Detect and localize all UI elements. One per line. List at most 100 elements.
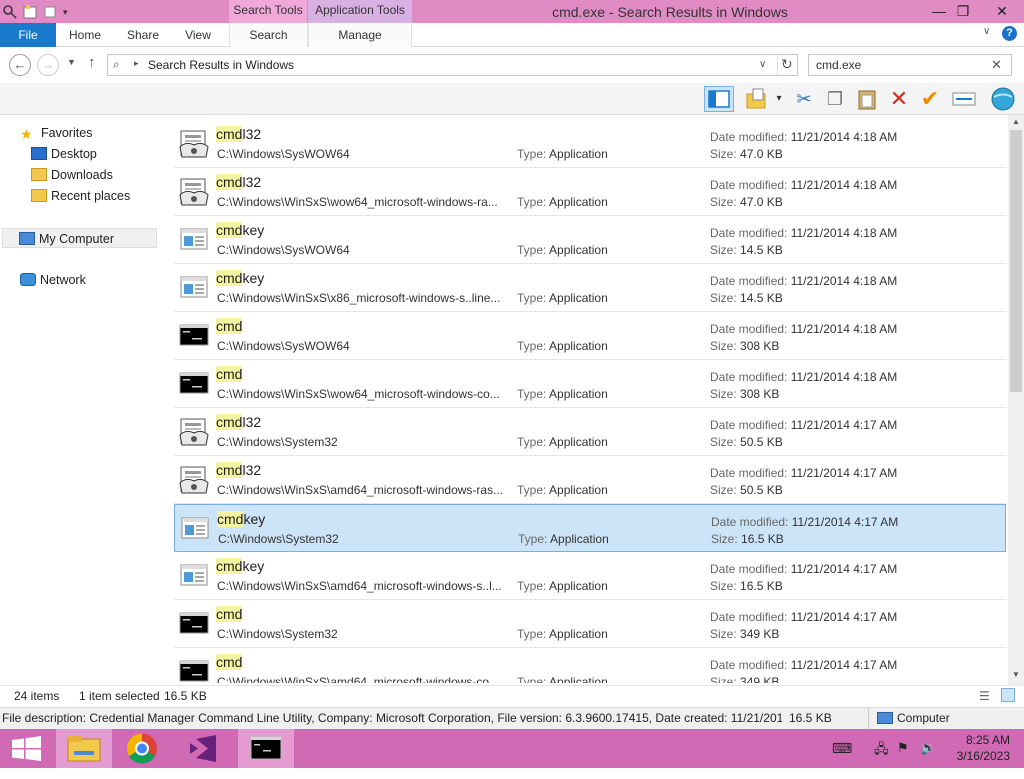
- tab-view[interactable]: View: [175, 23, 221, 47]
- preview-pane-button[interactable]: [704, 86, 734, 112]
- delete-icon[interactable]: ✕: [886, 86, 912, 112]
- nav-recent-places[interactable]: Recent places: [31, 186, 130, 206]
- globe-icon[interactable]: [990, 86, 1016, 112]
- result-type: Type: Application: [517, 435, 608, 449]
- result-type: Type: Application: [517, 675, 608, 683]
- ribbon-tabs: File Home Share View Search Manage ∨ ?: [0, 23, 1024, 47]
- result-row[interactable]: cmdkey C:\Windows\SysWOW64 Type: Applica…: [174, 216, 1006, 264]
- result-date-value: 11/21/2014 4:17 AM: [791, 515, 899, 529]
- result-size-label: Size:: [710, 435, 737, 449]
- tab-search[interactable]: Search: [229, 23, 308, 47]
- clear-search-icon[interactable]: ✕: [991, 57, 1002, 73]
- command-prompt-taskbar-button[interactable]: [238, 729, 294, 768]
- up-arrow-icon[interactable]: ↑: [88, 54, 96, 71]
- refresh-icon[interactable]: ↻: [781, 56, 793, 73]
- keyboard-icon[interactable]: ⌨: [832, 740, 852, 779]
- result-row[interactable]: cmd C:\Windows\WinSxS\amd64_microsoft-wi…: [174, 648, 1006, 683]
- result-name-highlight: cmd: [216, 414, 243, 430]
- result-row[interactable]: cmd C:\Windows\WinSxS\wow64_microsoft-wi…: [174, 360, 1006, 408]
- context-tab-application-tools: Application Tools: [308, 0, 412, 23]
- scrollbar-thumb[interactable]: [1010, 130, 1022, 392]
- result-row[interactable]: cmdkey C:\Windows\WinSxS\amd64_microsoft…: [174, 552, 1006, 600]
- address-bar[interactable]: ⌕ ▸ Search Results in Windows ∨ ↻: [107, 54, 798, 76]
- console-icon: [178, 655, 210, 683]
- tab-file[interactable]: File: [0, 23, 56, 47]
- taskbar: ⌨ 🖧 ⚑ 🔉 8:25 AM 3/16/2023: [0, 729, 1024, 768]
- nav-downloads[interactable]: Downloads: [31, 165, 113, 185]
- item-count: 24 items: [14, 689, 60, 703]
- clock[interactable]: 8:25 AM 3/16/2023: [940, 732, 1010, 771]
- tab-home[interactable]: Home: [60, 23, 110, 47]
- nav-network[interactable]: Network: [20, 270, 86, 290]
- result-size: Size: 50.5 KB: [710, 483, 783, 497]
- result-type: Type: Application: [517, 339, 608, 353]
- result-row[interactable]: cmdkey C:\Windows\System32 Type: Applica…: [174, 504, 1006, 552]
- result-row[interactable]: cmdl32 C:\Windows\SysWOW64 Type: Applica…: [174, 120, 1006, 168]
- chevron-down-icon[interactable]: ▾: [772, 86, 786, 112]
- restore-button[interactable]: ❐: [946, 0, 980, 23]
- action-center-icon[interactable]: ⚑: [897, 740, 909, 779]
- result-type-value: Application: [549, 627, 608, 641]
- result-size-value: 47.0 KB: [740, 147, 783, 161]
- properties-folder-icon[interactable]: [744, 86, 770, 112]
- help-icon[interactable]: ?: [1002, 26, 1017, 41]
- result-date-value: 11/21/2014 4:18 AM: [790, 178, 898, 192]
- paste-icon[interactable]: [854, 86, 880, 112]
- nav-desktop[interactable]: Desktop: [31, 144, 97, 164]
- properties-icon[interactable]: [3, 4, 17, 19]
- cut-icon[interactable]: ✂: [791, 86, 817, 112]
- volume-icon[interactable]: 🔉: [920, 740, 936, 779]
- command-toolbar: ▾ ✂ ❐ ✕ ✔: [0, 83, 1024, 115]
- scroll-down-icon[interactable]: ▼: [1012, 670, 1020, 679]
- result-row[interactable]: cmd C:\Windows\SysWOW64 Type: Applicatio…: [174, 312, 1006, 360]
- details-view-icon[interactable]: ☰: [979, 689, 990, 703]
- close-button[interactable]: ✕: [980, 0, 1024, 23]
- visual-studio-taskbar-button[interactable]: [176, 729, 232, 768]
- result-name: cmdl32: [216, 414, 261, 430]
- breadcrumb-chevron-icon[interactable]: ▸: [134, 58, 139, 69]
- tab-share[interactable]: Share: [118, 23, 168, 47]
- search-box[interactable]: cmd.exe ✕: [808, 54, 1012, 76]
- console-icon: [178, 319, 210, 351]
- chrome-taskbar-button[interactable]: [114, 729, 170, 768]
- result-date: Date modified: 11/21/2014 4:18 AM: [710, 322, 897, 336]
- result-name: cmdl32: [216, 126, 261, 142]
- recent-places-icon: [31, 189, 47, 202]
- nav-favorites[interactable]: ★ Favorites: [20, 123, 92, 143]
- network-tray-icon[interactable]: 🖧: [874, 740, 889, 779]
- result-row[interactable]: cmdl32 C:\Windows\System32 Type: Applica…: [174, 408, 1006, 456]
- result-name-rest: l32: [242, 174, 262, 190]
- window-icon: [179, 512, 211, 544]
- result-type-value: Application: [549, 195, 608, 209]
- ribbon-expand-icon[interactable]: ∨: [983, 26, 990, 37]
- result-row[interactable]: cmd C:\Windows\System32 Type: Applicatio…: [174, 600, 1006, 648]
- result-date-label: Date modified:: [710, 130, 788, 144]
- new-folder-icon[interactable]: [23, 4, 37, 19]
- details-location: Computer: [897, 711, 950, 725]
- result-row[interactable]: cmdkey C:\Windows\WinSxS\x86_microsoft-w…: [174, 264, 1006, 312]
- checkmark-icon[interactable]: ✔: [917, 86, 943, 112]
- nav-my-computer[interactable]: My Computer: [2, 228, 157, 248]
- search-input[interactable]: cmd.exe: [816, 58, 861, 72]
- result-type: Type: Application: [518, 532, 609, 546]
- tab-manage[interactable]: Manage: [308, 23, 412, 47]
- result-type: Type: Application: [517, 195, 608, 209]
- scroll-up-icon[interactable]: ▲: [1012, 117, 1020, 126]
- recent-locations-icon[interactable]: ▼: [67, 57, 76, 67]
- result-date: Date modified: 11/21/2014 4:18 AM: [710, 130, 897, 144]
- undo-icon[interactable]: [43, 5, 57, 19]
- rename-icon[interactable]: [951, 86, 977, 112]
- result-row[interactable]: cmdl32 C:\Windows\WinSxS\amd64_microsoft…: [174, 456, 1006, 504]
- address-dropdown-icon[interactable]: ∨: [759, 59, 766, 70]
- copy-icon[interactable]: ❐: [822, 86, 848, 112]
- back-button[interactable]: ←: [9, 54, 31, 76]
- result-path: C:\Windows\SysWOW64: [217, 147, 350, 161]
- result-size-value: 14.5 KB: [740, 291, 783, 305]
- breadcrumb[interactable]: Search Results in Windows: [148, 58, 294, 72]
- chevron-down-icon[interactable]: ▾: [63, 5, 71, 19]
- large-icons-view-icon[interactable]: [1001, 688, 1015, 702]
- result-row[interactable]: cmdl32 C:\Windows\WinSxS\wow64_microsoft…: [174, 168, 1006, 216]
- start-button[interactable]: [0, 729, 56, 768]
- file-explorer-taskbar-button[interactable]: [56, 729, 112, 768]
- forward-button[interactable]: →: [37, 54, 59, 76]
